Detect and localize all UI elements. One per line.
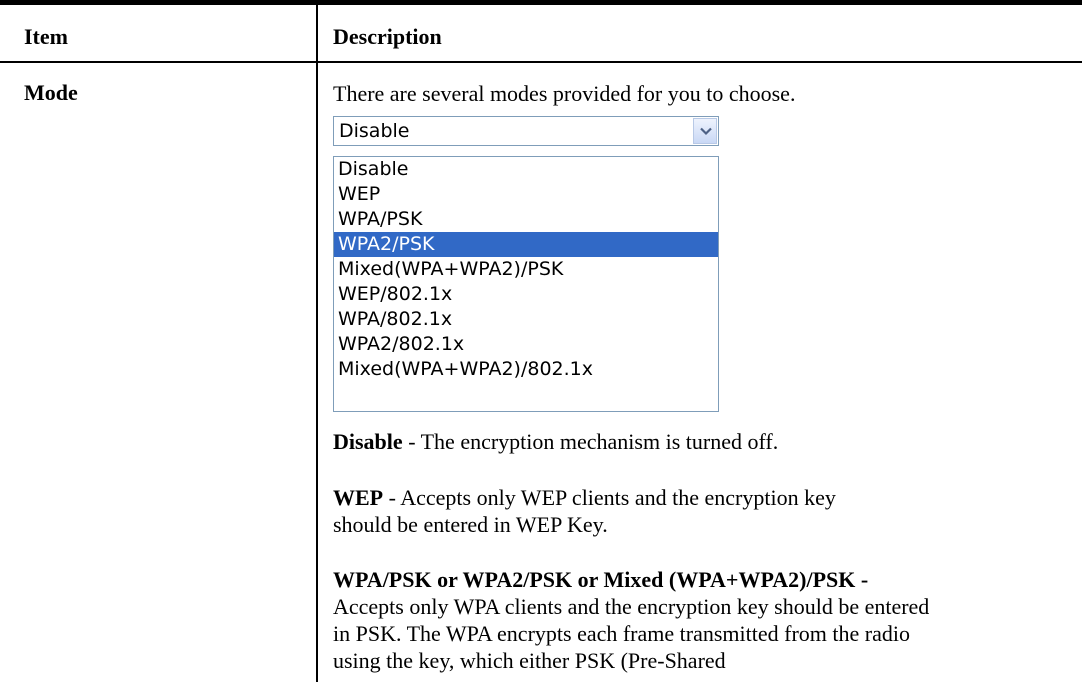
mode-select-value: Disable <box>339 120 410 142</box>
chevron-down-icon <box>700 127 712 136</box>
wep-term: WEP <box>333 485 384 510</box>
column-header-description: Description <box>333 24 442 49</box>
mode-options-list[interactable]: Disable WEP WPA/PSK WPA2/PSK Mixed(WPA+WPA2)… <box>333 156 719 412</box>
mode-option[interactable]: WPA/PSK <box>334 207 718 232</box>
mode-option[interactable]: Mixed(WPA+WPA2)/PSK <box>334 257 718 282</box>
psk-description: WPA/PSK or WPA2/PSK or Mixed (WPA+WPA2)/… <box>333 566 933 674</box>
disable-description: Disable - The encryption mechanism is tu… <box>333 428 1053 455</box>
header-separator <box>0 61 1082 63</box>
mode-option[interactable]: WPA/802.1x <box>334 307 718 332</box>
psk-term: WPA/PSK or WPA2/PSK or Mixed (WPA+WPA2)/… <box>333 567 869 592</box>
intro-text: There are several modes provided for you… <box>333 81 796 106</box>
psk-text: Accepts only WPA clients and the encrypt… <box>333 594 930 673</box>
wep-text: - Accepts only WEP clients and the encry… <box>333 485 836 537</box>
mode-option[interactable]: WPA2/PSK <box>334 232 718 257</box>
mode-option[interactable]: WEP <box>334 182 718 207</box>
table-top-rule <box>0 0 1082 5</box>
disable-term: Disable <box>333 429 403 454</box>
mode-option[interactable]: Disable <box>334 157 718 182</box>
dropdown-button[interactable] <box>693 118 717 144</box>
column-separator <box>316 5 318 682</box>
mode-option[interactable]: WEP/802.1x <box>334 282 718 307</box>
mode-option[interactable]: WPA2/802.1x <box>334 332 718 357</box>
mode-option[interactable]: Mixed(WPA+WPA2)/802.1x <box>334 357 718 382</box>
disable-text: - The encryption mechanism is turned off… <box>402 429 779 454</box>
column-header-item: Item <box>24 24 68 49</box>
wep-description: WEP - Accepts only WEP clients and the e… <box>333 484 893 538</box>
row-item-label: Mode <box>24 80 78 105</box>
mode-select[interactable]: Disable <box>333 116 719 146</box>
